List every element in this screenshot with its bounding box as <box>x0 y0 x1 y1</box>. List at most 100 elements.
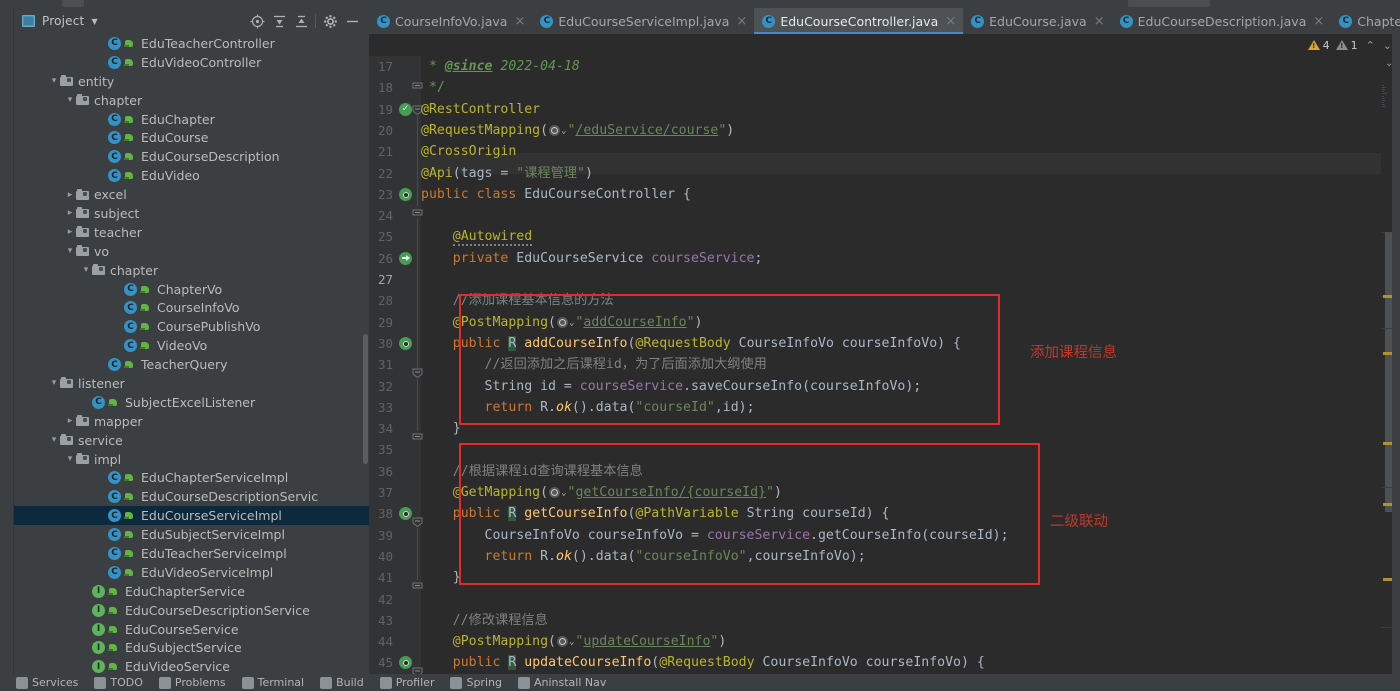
tree-item-edusubjectservice[interactable]: · EduSubjectService <box>14 639 369 658</box>
gear-icon[interactable] <box>319 10 341 32</box>
tab-EduCourseServiceImpl[interactable]: EduCourseServiceImpl.java × <box>532 8 754 34</box>
tree-item-service[interactable]: ▾ service <box>14 431 369 450</box>
spring-url-mapping-icon[interactable] <box>399 656 412 670</box>
tree-item-label: EduTeacherController <box>141 35 275 51</box>
autowired-arrow-icon[interactable] <box>399 251 412 265</box>
chevron-down-icon[interactable]: ▾ <box>64 246 76 256</box>
tree-item-eduvideo[interactable]: · EduVideo <box>14 166 369 185</box>
code-editor[interactable]: 4 1 ⌃ ⌄ 17 18 19 20 21 22 23 24 25 26 27 28 29 30 31 32… <box>369 34 1400 691</box>
locate-icon[interactable] <box>246 10 268 32</box>
tree-item-teacherquery[interactable]: · TeacherQuery <box>14 355 369 374</box>
tab-ChapterVo[interactable]: ChapterVo.java × <box>1331 8 1400 34</box>
tree-item-impl[interactable]: ▾ impl <box>14 450 369 469</box>
chevron-down-icon[interactable]: ▾ <box>48 435 60 445</box>
tree-item-videovo[interactable]: · VideoVo <box>14 336 369 355</box>
tree-item-chapter[interactable]: ▾ chapter <box>14 261 369 280</box>
status-profiler[interactable]: Profiler <box>379 676 434 689</box>
status-todo[interactable]: TODO <box>94 676 143 689</box>
spring-url-mapping-icon[interactable] <box>399 336 412 350</box>
tree-item-eduteachercontroller[interactable]: · EduTeacherController <box>14 34 369 53</box>
tree-item-chapter[interactable]: ▾ chapter <box>14 91 369 110</box>
chevron-down-icon[interactable]: ▾ <box>80 265 92 275</box>
spring-bean-icon[interactable] <box>399 187 412 201</box>
warning-count[interactable]: 4 <box>1307 39 1330 52</box>
status-spring[interactable]: Spring <box>450 676 502 689</box>
tree-item-educoursedescriptionservic[interactable]: · EduCourseDescriptionServic <box>14 487 369 506</box>
close-icon[interactable]: × <box>945 14 956 29</box>
tree-item-teacher[interactable]: ▸ teacher <box>14 223 369 242</box>
folder-icon <box>60 377 73 389</box>
line-number-43: 43 <box>377 612 393 628</box>
java-class-icon <box>124 301 137 315</box>
tree-item-subject[interactable]: ▸ subject <box>14 204 369 223</box>
tree-item-entity[interactable]: ▾ entity <box>14 72 369 91</box>
sprout-overlay-icon <box>124 529 135 540</box>
tree-item-educourseservice[interactable]: · EduCourseService <box>14 620 369 639</box>
tab-EduCourseController[interactable]: EduCourseController.java × <box>754 8 964 34</box>
tree-item-listener[interactable]: ▾ listener <box>14 374 369 393</box>
chevron-down-icon[interactable]: ▾ <box>64 454 76 464</box>
status-nav[interactable]: Aninstall Nav <box>517 676 607 689</box>
tree-item-eduvideocontroller[interactable]: · EduVideoController <box>14 53 369 72</box>
minimize-icon[interactable] <box>341 10 363 32</box>
prev-problem-icon[interactable]: ⌃ <box>1366 39 1375 52</box>
tree-item-educhapter[interactable]: · EduChapter <box>14 110 369 129</box>
tree-item-educhapterserviceimpl[interactable]: · EduChapterServiceImpl <box>14 468 369 487</box>
close-icon[interactable]: × <box>1094 14 1105 29</box>
tree-item-mapper[interactable]: ▸ mapper <box>14 412 369 431</box>
tree-item-courseinfovo[interactable]: · CourseInfoVo <box>14 298 369 317</box>
chevron-right-icon[interactable]: ▸ <box>64 208 76 218</box>
check-run-icon[interactable] <box>399 102 412 116</box>
line-number-30: 30 <box>377 335 393 351</box>
close-icon[interactable]: × <box>514 14 525 29</box>
status-problems[interactable]: Problems <box>158 676 226 689</box>
inspection-widget[interactable]: 4 1 ⌃ ⌄ <box>369 34 1400 56</box>
left-tool-rail[interactable]: Structure <box>0 8 14 691</box>
tree-item-excel[interactable]: ▸ excel <box>14 185 369 204</box>
tree-item-coursepublishvo[interactable]: · CoursePublishVo <box>14 317 369 336</box>
tree-item-educourse[interactable]: · EduCourse <box>14 128 369 147</box>
tree-item-edusubjectserviceimpl[interactable]: · EduSubjectServiceImpl <box>14 525 369 544</box>
status-terminal[interactable]: Terminal <box>241 676 304 689</box>
line-number-31: 31 <box>377 357 393 373</box>
chevron-right-icon[interactable]: ▸ <box>64 227 76 237</box>
chevron-down-icon[interactable]: ▾ <box>64 95 76 105</box>
folder-icon-dot <box>83 229 87 234</box>
collapse-all-icon[interactable] <box>290 10 312 32</box>
annotation-label-get-course: 二级联动 <box>1050 514 1108 530</box>
project-tree-panel[interactable]: · EduTeacherController · EduVideoController… <box>14 34 369 674</box>
tree-item-subjectexcellistener[interactable]: · SubjectExcelListener <box>14 393 369 412</box>
tree-item-eduteacherserviceimpl[interactable]: · EduTeacherServiceImpl <box>14 544 369 563</box>
status-label: Aninstall Nav <box>533 676 607 689</box>
next-problem-icon[interactable]: ⌄ <box>1383 39 1392 52</box>
tree-item-educoursedescription[interactable]: · EduCourseDescription <box>14 147 369 166</box>
tab-CourseInfoVo[interactable]: CourseInfoVo.java × <box>369 8 532 34</box>
editor-gutter[interactable]: 17 18 19 20 21 22 23 24 25 26 27 28 29 30 31 32 33 34 35 36… <box>369 56 423 691</box>
tree-item-vo[interactable]: ▾ vo <box>14 242 369 261</box>
expand-all-icon[interactable] <box>268 10 290 32</box>
tab-EduCourse[interactable]: EduCourse.java × <box>963 8 1111 34</box>
chevron-right-icon[interactable]: ▸ <box>64 416 76 426</box>
status-services[interactable]: Services <box>16 676 78 689</box>
tree-item-educhapterservice[interactable]: · EduChapterService <box>14 582 369 601</box>
bottom-status-bar[interactable]: Services TODO Problems Terminal Build Pr… <box>0 674 1400 691</box>
tab-EduCourseDescription[interactable]: EduCourseDescription.java × <box>1112 8 1332 34</box>
java-class-icon <box>971 14 985 28</box>
spring-url-mapping-icon[interactable] <box>399 507 412 521</box>
chevron-down-icon[interactable]: ▼ <box>91 17 97 26</box>
tree-item-chaptervo[interactable]: · ChapterVo <box>14 280 369 299</box>
chevron-down-icon[interactable]: ▾ <box>48 76 60 86</box>
tree-item-eduvideoservice[interactable]: · EduVideoService <box>14 657 369 674</box>
tree-item-educourseserviceimpl[interactable]: · EduCourseServiceImpl <box>14 506 369 526</box>
chevron-right-icon[interactable]: ▸ <box>64 190 76 200</box>
tree-item-educoursedescriptionservice[interactable]: · EduCourseDescriptionService <box>14 601 369 620</box>
sidebar-scrollbar[interactable] <box>363 334 368 464</box>
tree-item-eduvideoserviceimpl[interactable]: · EduVideoServiceImpl <box>14 563 369 582</box>
status-build[interactable]: Build <box>320 676 364 689</box>
project-panel-label[interactable]: Project <box>42 14 84 28</box>
code-text-area[interactable]: * @since 2022-04-18 */ @RestController @… <box>421 56 1400 691</box>
chevron-down-icon[interactable]: ▾ <box>48 378 60 388</box>
weak-warning-count[interactable]: 1 <box>1335 39 1358 52</box>
close-icon[interactable]: × <box>736 14 747 29</box>
close-icon[interactable]: × <box>1313 14 1324 29</box>
